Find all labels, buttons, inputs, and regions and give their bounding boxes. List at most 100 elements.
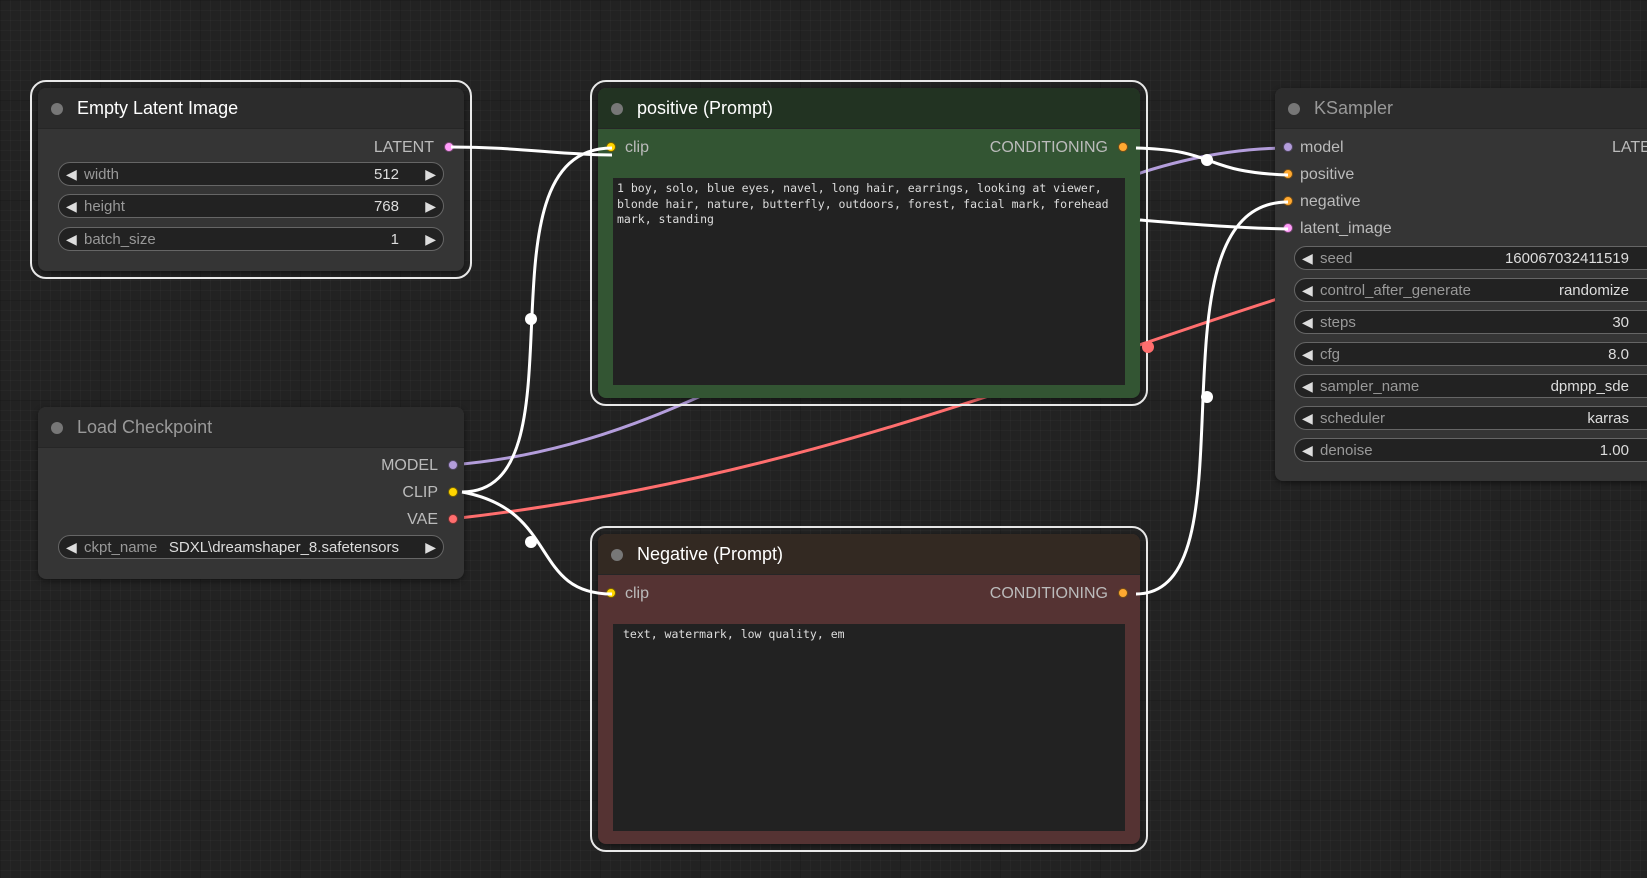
node-negative-prompt[interactable]: Negative (Prompt) clip CONDITIONING text… bbox=[590, 526, 1148, 852]
decrement-arrow-icon[interactable]: ◀ bbox=[66, 166, 77, 183]
widget-denoise[interactable]: ◀ denoise 1.00 bbox=[1294, 438, 1647, 462]
collapse-dot-icon[interactable] bbox=[611, 549, 623, 561]
widget-name: scheduler bbox=[1320, 410, 1386, 427]
increment-arrow-icon[interactable]: ▶ bbox=[425, 166, 436, 183]
input-slot-latent-image[interactable] bbox=[1283, 223, 1293, 233]
widget-sampler-name[interactable]: ◀ sampler_name dpmpp_sde bbox=[1294, 374, 1647, 398]
input-label-clip: clip bbox=[625, 585, 650, 602]
decrement-arrow-icon[interactable]: ◀ bbox=[1302, 410, 1313, 427]
node-ksampler[interactable]: KSampler model LATE positive negative la… bbox=[1275, 88, 1647, 481]
widget-name: denoise bbox=[1320, 442, 1373, 459]
widget-batch-size[interactable]: ◀ batch_size 1 ▶ bbox=[58, 227, 444, 251]
link-latent-to-ksampler bbox=[450, 145, 613, 157]
widget-value: SDXL\dreamshaper_8.safetensors bbox=[168, 539, 399, 556]
link-positive-to-ksampler bbox=[1135, 146, 1289, 177]
node-title: positive (Prompt) bbox=[637, 98, 774, 118]
node-title: Load Checkpoint bbox=[77, 417, 213, 437]
widget-value: 1.00 bbox=[1599, 442, 1629, 459]
widget-value: 1 bbox=[390, 231, 399, 248]
decrement-arrow-icon[interactable]: ◀ bbox=[66, 198, 77, 215]
input-slot-clip[interactable] bbox=[606, 588, 616, 598]
input-slot-model[interactable] bbox=[1283, 142, 1293, 152]
output-label-conditioning: CONDITIONING bbox=[989, 139, 1108, 156]
widget-name: width bbox=[84, 166, 120, 183]
link-midpoint-dot[interactable] bbox=[1142, 341, 1154, 353]
input-slot-positive[interactable] bbox=[1283, 169, 1293, 179]
widget-seed[interactable]: ◀ seed 160067032411519 bbox=[1294, 246, 1647, 270]
decrement-arrow-icon[interactable]: ◀ bbox=[1302, 282, 1313, 299]
widget-height[interactable]: ◀ height 768 ▶ bbox=[58, 194, 444, 218]
node-title: Empty Latent Image bbox=[77, 98, 239, 118]
link-midpoint-dot[interactable] bbox=[1201, 391, 1213, 403]
widget-control-after-generate[interactable]: ◀ control_after_generate randomize bbox=[1294, 278, 1647, 302]
widget-scheduler[interactable]: ◀ scheduler karras bbox=[1294, 406, 1647, 430]
input-label-latent-image: latent_image bbox=[1300, 220, 1392, 237]
widget-width[interactable]: ◀ width 512 ▶ bbox=[58, 162, 444, 186]
node-title-bar[interactable]: Empty Latent Image bbox=[38, 88, 464, 129]
collapse-dot-icon[interactable] bbox=[611, 103, 623, 115]
widget-name: height bbox=[84, 198, 125, 215]
node-title-bar[interactable]: Negative (Prompt) bbox=[598, 534, 1140, 575]
node-title-bar[interactable]: KSampler bbox=[1275, 88, 1647, 129]
node-title-bar[interactable]: Load Checkpoint bbox=[38, 407, 464, 448]
widget-value: randomize bbox=[1558, 282, 1629, 299]
link-negative-to-ksampler bbox=[1135, 200, 1289, 596]
widget-value: karras bbox=[1587, 410, 1629, 427]
input-label-positive: positive bbox=[1300, 166, 1355, 183]
collapse-dot-icon[interactable] bbox=[51, 103, 63, 115]
output-slot-vae[interactable] bbox=[448, 514, 458, 524]
input-label-clip: clip bbox=[625, 139, 650, 156]
node-load-checkpoint[interactable]: Load Checkpoint MODEL CLIP VAE ◀ ckpt_na… bbox=[38, 407, 464, 579]
link-midpoint-dot[interactable] bbox=[525, 536, 537, 548]
increment-arrow-icon[interactable]: ▶ bbox=[425, 231, 436, 248]
widget-name: sampler_name bbox=[1320, 378, 1420, 395]
widget-value: 768 bbox=[373, 198, 399, 215]
node-title: KSampler bbox=[1314, 98, 1394, 118]
widget-name: batch_size bbox=[84, 231, 156, 248]
output-label-clip: CLIP bbox=[402, 484, 438, 501]
widget-value: 30 bbox=[1612, 314, 1629, 331]
link-midpoint-dot[interactable] bbox=[1201, 154, 1213, 166]
decrement-arrow-icon[interactable]: ◀ bbox=[1302, 250, 1313, 267]
node-title-bar[interactable]: positive (Prompt) bbox=[598, 88, 1140, 129]
widget-cfg[interactable]: ◀ cfg 8.0 bbox=[1294, 342, 1647, 366]
widget-name: control_after_generate bbox=[1320, 282, 1471, 299]
decrement-arrow-icon[interactable]: ◀ bbox=[1302, 314, 1313, 331]
collapse-dot-icon[interactable] bbox=[1288, 103, 1300, 115]
decrement-arrow-icon[interactable]: ◀ bbox=[66, 539, 77, 556]
widget-name: steps bbox=[1320, 314, 1356, 331]
decrement-arrow-icon[interactable]: ◀ bbox=[66, 231, 77, 248]
output-slot-clip[interactable] bbox=[448, 487, 458, 497]
output-label-latent: LATENT bbox=[373, 139, 434, 156]
output-slot-conditioning[interactable] bbox=[1118, 588, 1128, 598]
link-clip-to-positive bbox=[461, 146, 613, 494]
widget-name: seed bbox=[1320, 250, 1353, 267]
link-clip-to-negative bbox=[461, 490, 613, 596]
output-slot-latent[interactable] bbox=[444, 142, 454, 152]
output-label-latent: LATE bbox=[1612, 139, 1647, 156]
decrement-arrow-icon[interactable]: ◀ bbox=[1302, 378, 1313, 395]
link-midpoint-dot[interactable] bbox=[525, 313, 537, 325]
widget-ckpt-name[interactable]: ◀ ckpt_name SDXL\dreamshaper_8.safetenso… bbox=[58, 535, 444, 559]
input-slot-clip[interactable] bbox=[606, 142, 616, 152]
input-slot-negative[interactable] bbox=[1283, 196, 1293, 206]
decrement-arrow-icon[interactable]: ◀ bbox=[1302, 346, 1313, 363]
node-empty-latent-image[interactable]: Empty Latent Image LATENT ◀ width 512 ▶ … bbox=[30, 80, 472, 279]
decrement-arrow-icon[interactable]: ◀ bbox=[1302, 442, 1313, 459]
output-slot-conditioning[interactable] bbox=[1118, 142, 1128, 152]
increment-arrow-icon[interactable]: ▶ bbox=[425, 539, 436, 556]
output-label-vae: VAE bbox=[407, 511, 438, 528]
increment-arrow-icon[interactable]: ▶ bbox=[425, 198, 436, 215]
node-positive-prompt[interactable]: positive (Prompt) clip CONDITIONING 1 bo… bbox=[590, 80, 1148, 406]
widget-steps[interactable]: ◀ steps 30 bbox=[1294, 310, 1647, 334]
widget-name: ckpt_name bbox=[84, 539, 158, 556]
prompt-text-area[interactable]: text, watermark, low quality, em bbox=[613, 624, 1125, 831]
input-label-negative: negative bbox=[1300, 193, 1361, 210]
output-slot-model[interactable] bbox=[448, 460, 458, 470]
widget-value: 160067032411519 bbox=[1504, 250, 1629, 267]
prompt-text-area[interactable]: 1 boy, solo, blue eyes, navel, long hair… bbox=[613, 178, 1125, 385]
widget-value: 512 bbox=[373, 166, 399, 183]
collapse-dot-icon[interactable] bbox=[51, 422, 63, 434]
link-latent-stub bbox=[1139, 218, 1289, 231]
widget-name: cfg bbox=[1320, 346, 1341, 363]
